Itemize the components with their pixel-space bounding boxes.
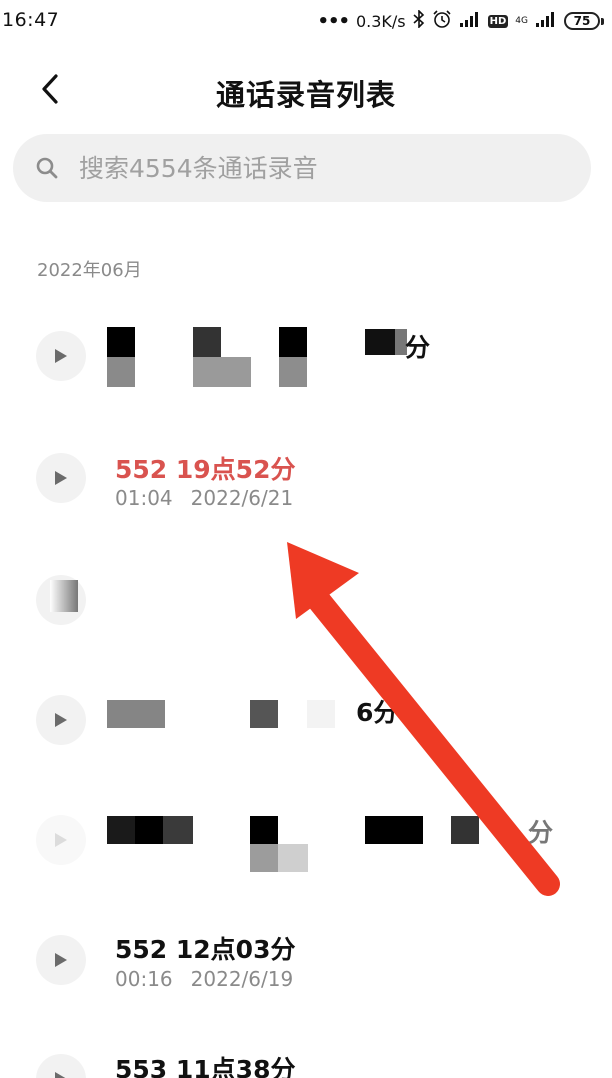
recording-title: 552 12点03分 (115, 935, 296, 964)
recording-meta: 00:16 2022/6/19 (115, 967, 293, 991)
play-button[interactable] (36, 815, 86, 865)
recording-title: 6分 (356, 698, 399, 727)
recording-item[interactable]: 分 (0, 295, 612, 415)
recording-meta: 01:04 2022/6/21 (115, 486, 293, 510)
play-button[interactable] (36, 1054, 86, 1078)
battery-level: 75 (564, 12, 600, 30)
redaction-mosaic (50, 580, 80, 616)
search-bar[interactable] (13, 134, 591, 202)
recording-item[interactable]: 分 (0, 780, 612, 900)
recording-item[interactable]: 552 12点03分 00:16 2022/6/19 (0, 900, 612, 1020)
hd-badge: HD (487, 14, 509, 28)
bluetooth-icon (413, 9, 425, 32)
alarm-clock-icon (432, 9, 452, 33)
recording-title: 分 (528, 818, 554, 847)
status-indicators: ••• 0.3K/s HD 4G 75 (317, 8, 604, 34)
play-icon (55, 471, 67, 485)
play-icon (55, 953, 67, 967)
play-button[interactable] (36, 695, 86, 745)
recording-title: 552 19点52分 (115, 455, 296, 484)
signal-icon (459, 11, 481, 31)
search-icon (36, 157, 58, 179)
network-type: 4G (515, 15, 528, 26)
play-icon (55, 1072, 66, 1078)
signal-icon-2 (535, 11, 557, 31)
section-date-header: 2022年06月 (37, 260, 142, 281)
redaction-mosaic (107, 700, 357, 730)
status-time: 16:47 (2, 9, 60, 31)
network-speed: 0.3K/s (355, 11, 406, 31)
recording-item[interactable]: 552 19点52分 01:04 2022/6/21 (0, 415, 612, 535)
recording-item[interactable]: 553 11点38分 (0, 1020, 612, 1078)
recording-date: 2022/6/21 (190, 486, 294, 510)
battery-icon: 75 (564, 12, 604, 30)
recording-duration: 00:16 (115, 967, 173, 991)
recording-date: 2022/6/19 (190, 967, 294, 991)
play-button[interactable] (36, 331, 86, 381)
search-input[interactable] (79, 144, 559, 192)
play-icon (55, 349, 67, 363)
status-bar: 16:47 ••• 0.3K/s HD 4G 75 (0, 0, 612, 42)
redaction-mosaic (107, 327, 407, 387)
recording-title: 分 (405, 333, 431, 362)
recording-duration: 01:04 (115, 486, 173, 510)
recording-item[interactable] (0, 540, 612, 660)
play-icon (55, 713, 67, 727)
page-title: 通话录音列表 (215, 78, 396, 112)
more-dots: ••• (317, 10, 350, 32)
header: 通话录音列表 (0, 54, 612, 124)
recording-title: 553 11点38分 (115, 1055, 296, 1078)
play-button[interactable] (36, 453, 86, 503)
recording-item[interactable]: 6分 (0, 660, 612, 780)
redaction-mosaic (107, 816, 487, 876)
play-icon (55, 833, 67, 847)
play-button[interactable] (36, 935, 86, 985)
